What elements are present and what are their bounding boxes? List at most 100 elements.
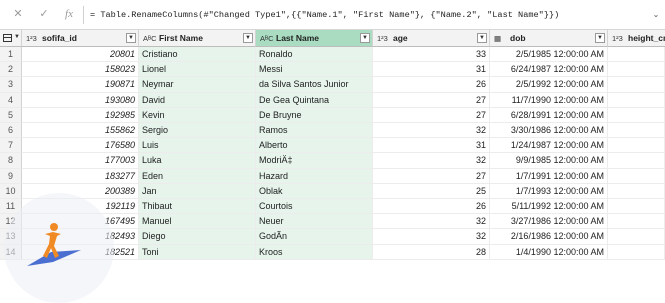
cell-age[interactable]: 26 — [373, 77, 490, 93]
cell-sofifa-id[interactable]: 176580 — [22, 138, 139, 154]
column-header-age[interactable]: 1²3 age ▼ — [373, 30, 490, 47]
cell-height-cm[interactable] — [608, 199, 665, 215]
dropdown-icon[interactable]: ▼ — [243, 33, 253, 43]
cell-dob[interactable]: 1/7/1991 12:00:00 AM — [490, 168, 608, 184]
cell-height-cm[interactable] — [608, 123, 665, 139]
dropdown-icon[interactable]: ▼ — [477, 33, 487, 43]
cell-last-name[interactable]: Oblak — [256, 183, 373, 199]
cell-height-cm[interactable] — [608, 47, 665, 63]
cell-first-name[interactable]: David — [139, 92, 256, 108]
dropdown-icon[interactable]: ▼ — [360, 33, 370, 43]
cell-sofifa-id[interactable]: 177003 — [22, 153, 139, 169]
column-header-height-cm[interactable]: 1²3 height_cm — [608, 30, 665, 47]
cell-dob[interactable]: 9/9/1985 12:00:00 AM — [490, 153, 608, 169]
cell-dob[interactable]: 1/24/1987 12:00:00 AM — [490, 138, 608, 154]
expand-icon[interactable]: ⌄ — [651, 10, 661, 20]
cell-first-name[interactable]: Thibaut — [139, 199, 256, 215]
column-type-icon[interactable]: AᴮC — [143, 30, 157, 47]
dropdown-icon[interactable]: ▼ — [126, 33, 136, 43]
cell-height-cm[interactable] — [608, 214, 665, 230]
cell-dob[interactable]: 2/16/1986 12:00:00 AM — [490, 229, 608, 245]
cell-last-name[interactable]: De Gea Quintana — [256, 92, 373, 108]
cell-last-name[interactable]: da Silva Santos Junior — [256, 77, 373, 93]
cell-first-name[interactable]: Eden — [139, 168, 256, 184]
cell-last-name[interactable]: Ronaldo — [256, 47, 373, 63]
column-header-dob[interactable]: ▦ dob ▼ — [490, 30, 608, 47]
cell-height-cm[interactable] — [608, 229, 665, 245]
cell-height-cm[interactable] — [608, 244, 665, 260]
cell-age[interactable]: 32 — [373, 153, 490, 169]
cell-last-name[interactable]: Ramos — [256, 123, 373, 139]
cell-height-cm[interactable] — [608, 138, 665, 154]
cell-first-name[interactable]: Luka — [139, 153, 256, 169]
cell-sofifa-id[interactable]: 193080 — [22, 92, 139, 108]
cell-age[interactable]: 31 — [373, 138, 490, 154]
row-number[interactable]: 9 — [0, 168, 22, 184]
cell-first-name[interactable]: Luis — [139, 138, 256, 154]
cell-last-name[interactable]: De Bruyne — [256, 107, 373, 123]
cell-first-name[interactable]: Toni — [139, 244, 256, 260]
cell-last-name[interactable]: Hazard — [256, 168, 373, 184]
cell-age[interactable]: 31 — [373, 62, 490, 78]
cell-height-cm[interactable] — [608, 168, 665, 184]
cell-dob[interactable]: 1/4/1990 12:00:00 AM — [490, 244, 608, 260]
cell-first-name[interactable]: Jan — [139, 183, 256, 199]
cell-height-cm[interactable] — [608, 107, 665, 123]
cell-age[interactable]: 32 — [373, 229, 490, 245]
cell-last-name[interactable]: ModriÄ‡ — [256, 153, 373, 169]
cell-last-name[interactable]: Neuer — [256, 214, 373, 230]
cell-sofifa-id[interactable]: 155862 — [22, 123, 139, 139]
cell-last-name[interactable]: Courtois — [256, 199, 373, 215]
table-menu-button[interactable]: ▼ — [0, 30, 22, 47]
cell-first-name[interactable]: Cristiano — [139, 47, 256, 63]
cell-age[interactable]: 27 — [373, 107, 490, 123]
row-number[interactable]: 10 — [0, 183, 22, 199]
cell-first-name[interactable]: Kevin — [139, 107, 256, 123]
row-number[interactable]: 4 — [0, 92, 22, 108]
cell-first-name[interactable]: Sergio — [139, 123, 256, 139]
cell-sofifa-id[interactable]: 190871 — [22, 77, 139, 93]
cell-last-name[interactable]: GodÃn — [256, 229, 373, 245]
cell-sofifa-id[interactable]: 183277 — [22, 168, 139, 184]
cell-age[interactable]: 26 — [373, 199, 490, 215]
cell-last-name[interactable]: Kroos — [256, 244, 373, 260]
formula-input[interactable]: = Table.RenameColumns(#"Changed Type1",{… — [87, 5, 651, 25]
column-header-sofifa-id[interactable]: 1²3 sofifa_id ▼ — [22, 30, 139, 47]
cell-first-name[interactable]: Lionel — [139, 62, 256, 78]
cell-dob[interactable]: 5/11/1992 12:00:00 AM — [490, 199, 608, 215]
cell-age[interactable]: 27 — [373, 92, 490, 108]
row-number[interactable]: 7 — [0, 138, 22, 154]
row-number[interactable]: 6 — [0, 123, 22, 139]
cell-dob[interactable]: 3/27/1986 12:00:00 AM — [490, 214, 608, 230]
cell-last-name[interactable]: Messi — [256, 62, 373, 78]
cell-age[interactable]: 32 — [373, 123, 490, 139]
cell-sofifa-id[interactable]: 20801 — [22, 47, 139, 63]
cell-height-cm[interactable] — [608, 153, 665, 169]
cell-first-name[interactable]: Manuel — [139, 214, 256, 230]
cell-dob[interactable]: 2/5/1985 12:00:00 AM — [490, 47, 608, 63]
cell-dob[interactable]: 1/7/1993 12:00:00 AM — [490, 183, 608, 199]
cell-height-cm[interactable] — [608, 77, 665, 93]
cell-sofifa-id[interactable]: 192985 — [22, 107, 139, 123]
row-number[interactable]: 3 — [0, 77, 22, 93]
cell-dob[interactable]: 2/5/1992 12:00:00 AM — [490, 77, 608, 93]
row-number[interactable]: 5 — [0, 107, 22, 123]
cell-dob[interactable]: 3/30/1986 12:00:00 AM — [490, 123, 608, 139]
check-icon[interactable]: ✓ — [37, 7, 51, 21]
row-number[interactable]: 1 — [0, 47, 22, 63]
column-header-last-name[interactable]: AᴮC Last Name ▼ — [256, 30, 373, 47]
cell-age[interactable]: 27 — [373, 168, 490, 184]
cell-age[interactable]: 33 — [373, 47, 490, 63]
column-type-icon[interactable]: ▦ — [494, 30, 501, 47]
cell-first-name[interactable]: Neymar — [139, 77, 256, 93]
cell-height-cm[interactable] — [608, 92, 665, 108]
cell-age[interactable]: 28 — [373, 244, 490, 260]
fx-icon[interactable]: fx — [62, 7, 76, 21]
cell-height-cm[interactable] — [608, 62, 665, 78]
cell-dob[interactable]: 11/7/1990 12:00:00 AM — [490, 92, 608, 108]
cell-age[interactable]: 25 — [373, 183, 490, 199]
column-type-icon[interactable]: AᴮC — [260, 30, 274, 47]
cell-height-cm[interactable] — [608, 183, 665, 199]
cell-dob[interactable]: 6/28/1991 12:00:00 AM — [490, 107, 608, 123]
cell-first-name[interactable]: Diego — [139, 229, 256, 245]
